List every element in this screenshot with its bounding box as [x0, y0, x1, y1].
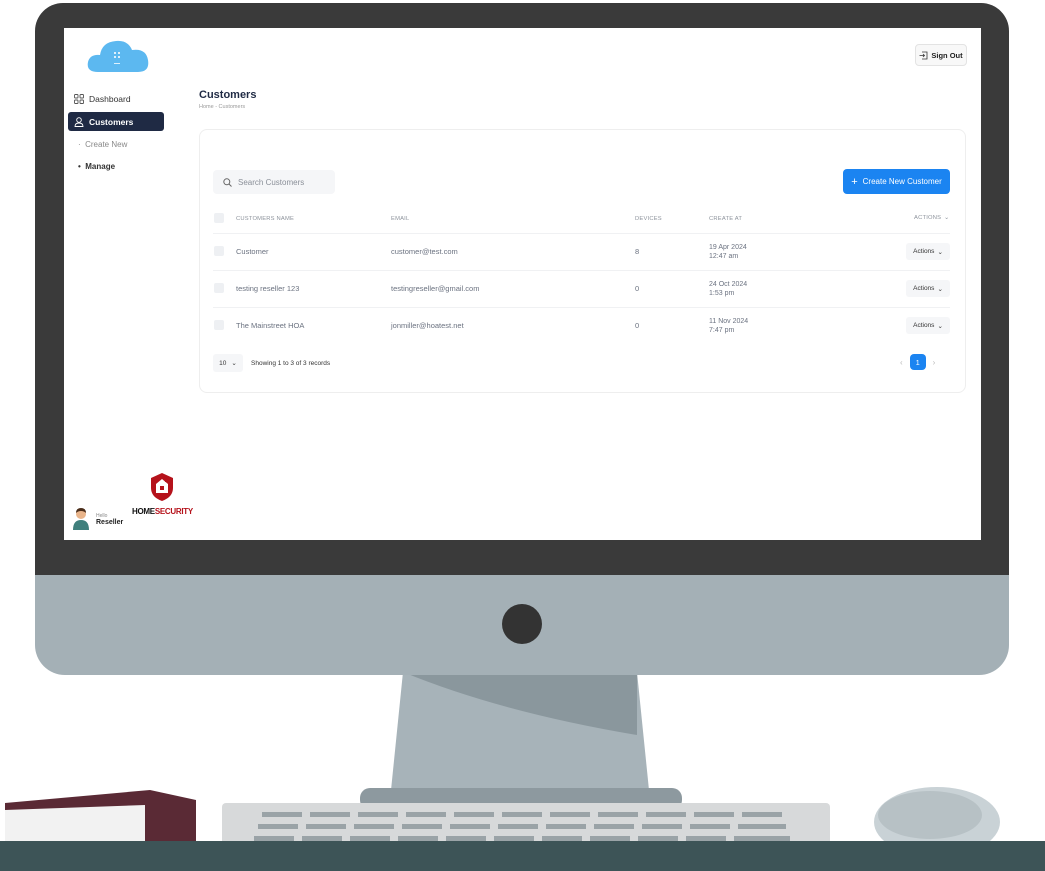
customer-name[interactable]: The Mainstreet HOA: [236, 321, 304, 330]
sidebar-item-customers[interactable]: Customers: [68, 112, 164, 131]
actions-label: Actions: [913, 322, 935, 329]
shield-house-icon: [151, 473, 173, 501]
brand-word-home: HOME: [132, 507, 155, 516]
sidebar-subitem-label: Manage: [85, 162, 116, 171]
page-title: Customers: [199, 89, 257, 101]
sidebar: Dashboard Customers · Create New • Manag…: [64, 28, 193, 540]
user-profile[interactable]: Hello Reseller: [72, 508, 123, 530]
column-header-email[interactable]: EMAIL: [391, 216, 409, 222]
customer-created: 24 Oct 2024 1:53 pm: [709, 280, 747, 298]
sign-out-button[interactable]: Sign Out: [915, 44, 967, 66]
row-actions-button[interactable]: Actions ⌄: [906, 243, 950, 260]
created-time: 12:47 am: [709, 253, 739, 260]
row-checkbox[interactable]: [214, 320, 224, 330]
customer-email: testingreseller@gmail.com: [391, 284, 480, 293]
sidebar-item-label: Dashboard: [89, 93, 131, 104]
row-checkbox[interactable]: [214, 246, 224, 256]
customer-name[interactable]: testing reseller 123: [236, 284, 299, 293]
user-icon: [74, 116, 84, 127]
create-new-customer-button[interactable]: + Create New Customer: [843, 169, 950, 194]
app-screen: Dashboard Customers · Create New • Manag…: [64, 28, 981, 540]
desktop-scene: Dashboard Customers · Create New • Manag…: [0, 0, 1045, 871]
monitor-button: [502, 604, 542, 644]
row-divider: [213, 233, 950, 234]
search-icon: [223, 177, 232, 187]
column-header-create-at[interactable]: CREATE AT: [709, 216, 742, 222]
sidebar-subitem-manage[interactable]: • Manage: [78, 162, 115, 171]
customer-devices: 0: [635, 284, 640, 293]
brand-word-security: SECURITY: [154, 507, 193, 516]
grid-icon: [74, 93, 84, 104]
cloud-logo-icon: [87, 40, 149, 72]
created-date: 19 Apr 2024: [709, 244, 747, 251]
sidebar-subitem-create-new[interactable]: · Create New: [78, 140, 127, 149]
plus-icon: +: [851, 175, 858, 188]
row-actions-button[interactable]: Actions ⌄: [906, 280, 950, 297]
pagination: ‹ 1 ›: [900, 354, 935, 370]
created-time: 1:53 pm: [709, 290, 735, 297]
chevron-down-icon: ⌄: [231, 360, 237, 367]
row-divider: [213, 270, 950, 271]
user-name: Reseller: [96, 518, 124, 526]
home-security-logo: HOMESECURITY: [132, 472, 193, 516]
search-input[interactable]: Search Customers: [213, 170, 335, 194]
sidebar-item-dashboard[interactable]: Dashboard: [68, 89, 164, 108]
pagination-info: 10 ⌄ Showing 1 to 3 of 3 records: [213, 354, 330, 372]
customer-email: jonmiller@hoatest.net: [391, 321, 464, 330]
customers-card: Search Customers + Create New Customer C…: [199, 129, 966, 393]
breadcrumb[interactable]: Home - Customers: [199, 104, 245, 110]
search-placeholder: Search Customers: [238, 177, 305, 187]
create-button-label: Create New Customer: [862, 177, 942, 186]
sidebar-subitem-label: Create New: [85, 140, 128, 149]
created-time: 7:47 pm: [709, 327, 735, 334]
row-checkbox[interactable]: [214, 283, 224, 293]
page-size-value: 10: [219, 359, 227, 367]
column-header-name[interactable]: CUSTOMERS NAME: [236, 216, 294, 222]
chevron-down-icon: ⌄: [944, 215, 950, 221]
row-actions-button[interactable]: Actions ⌄: [906, 317, 950, 334]
row-divider: [213, 307, 950, 308]
select-all-checkbox[interactable]: [214, 213, 224, 223]
customer-devices: 8: [635, 247, 640, 256]
page-button-current[interactable]: 1: [909, 354, 926, 370]
actions-label: Actions: [913, 285, 935, 292]
created-date: 24 Oct 2024: [709, 281, 748, 288]
customer-devices: 0: [635, 321, 640, 330]
chevron-down-icon: ⌄: [937, 285, 943, 293]
sidebar-item-label: Customers: [89, 116, 134, 127]
records-info: Showing 1 to 3 of 3 records: [251, 359, 331, 367]
page-size-select[interactable]: 10 ⌄: [213, 354, 243, 372]
sign-out-icon: [919, 51, 928, 59]
column-header-actions-label: ACTIONS: [914, 215, 942, 221]
column-header-devices[interactable]: DEVICES: [635, 216, 662, 222]
actions-label: Actions: [913, 248, 935, 255]
customer-name[interactable]: Customer: [236, 247, 269, 256]
next-page-button[interactable]: ›: [933, 358, 936, 367]
customer-created: 11 Nov 2024 7:47 pm: [709, 317, 748, 335]
customer-email: customer@test.com: [391, 247, 458, 256]
previous-page-button[interactable]: ‹: [900, 358, 903, 367]
created-date: 11 Nov 2024: [709, 318, 749, 325]
chevron-down-icon: ⌄: [937, 248, 943, 256]
chevron-down-icon: ⌄: [937, 322, 943, 330]
customer-created: 19 Apr 2024 12:47 am: [709, 243, 747, 261]
column-header-actions[interactable]: ACTIONS ⌄: [914, 215, 949, 221]
avatar: [73, 508, 89, 530]
sign-out-label: Sign Out: [931, 50, 963, 60]
